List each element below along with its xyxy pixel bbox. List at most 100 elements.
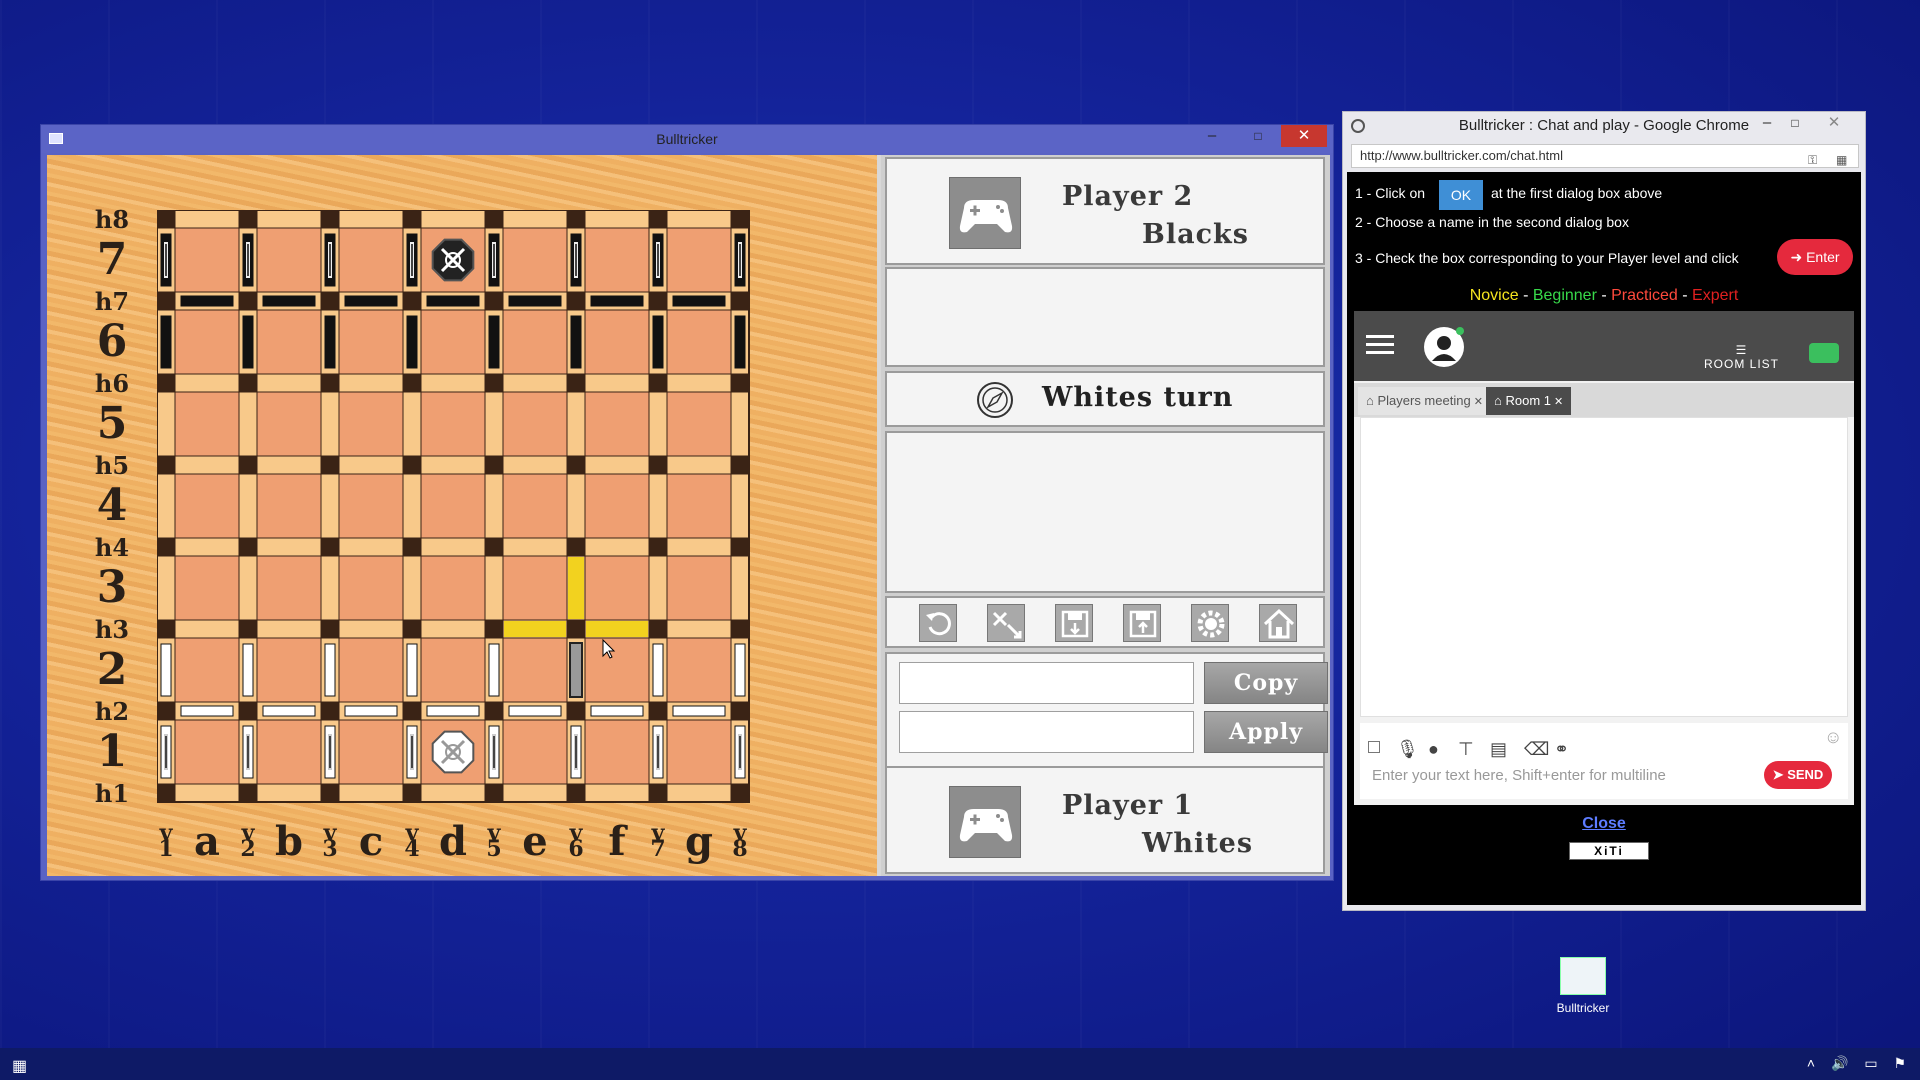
board-lane[interactable] (157, 391, 176, 457)
queen-piece[interactable] (180, 705, 234, 717)
board-lane[interactable] (566, 391, 586, 457)
load-icon[interactable] (1123, 604, 1161, 642)
board-square[interactable] (584, 637, 650, 703)
lane-junction[interactable] (402, 619, 422, 639)
lane-junction[interactable] (648, 291, 668, 311)
pawn-detail[interactable] (739, 244, 741, 276)
board-lane[interactable] (174, 210, 240, 229)
board-square[interactable] (174, 309, 240, 375)
board-lane[interactable] (238, 391, 258, 457)
board-lane[interactable] (502, 537, 568, 557)
key-icon[interactable]: ⚿ (1808, 149, 1817, 171)
pawn-piece[interactable] (652, 315, 664, 369)
board-square[interactable] (420, 473, 486, 539)
board-square[interactable] (666, 719, 732, 785)
lane-junction[interactable] (402, 783, 422, 803)
board-square[interactable] (502, 637, 568, 703)
lane-junction[interactable] (730, 537, 750, 557)
lane-junction[interactable] (730, 619, 750, 639)
queen-piece[interactable] (508, 705, 562, 717)
lane-junction[interactable] (566, 701, 586, 721)
board-lane[interactable] (502, 455, 568, 475)
maximize-button[interactable]: □ (1235, 125, 1281, 147)
lane-junction[interactable] (157, 210, 176, 229)
lane-junction[interactable] (730, 210, 750, 229)
board-square[interactable] (174, 719, 240, 785)
lane-junction[interactable] (238, 210, 258, 229)
board-lane[interactable] (730, 473, 750, 539)
lane-junction[interactable] (157, 701, 176, 721)
queen-piece[interactable] (590, 705, 644, 717)
lane-junction[interactable] (320, 455, 340, 475)
lane-junction[interactable] (238, 783, 258, 803)
pawn-detail[interactable] (575, 244, 577, 276)
board-lane[interactable] (174, 537, 240, 557)
close-link[interactable]: Close (1347, 815, 1861, 833)
lane-junction[interactable] (484, 619, 504, 639)
pawn-piece[interactable] (488, 315, 500, 369)
board-lane[interactable] (238, 473, 258, 539)
board-lane[interactable] (320, 391, 340, 457)
board-lane[interactable] (420, 210, 486, 229)
board-square[interactable] (338, 309, 404, 375)
board-square[interactable] (420, 555, 486, 621)
pawn-detail[interactable] (165, 736, 167, 768)
level-novice[interactable]: Novice (1470, 287, 1519, 304)
board-lane[interactable] (584, 210, 650, 229)
lane-junction[interactable] (157, 291, 176, 311)
board-lane[interactable] (420, 373, 486, 393)
board-square[interactable] (666, 391, 732, 457)
board-square[interactable] (584, 309, 650, 375)
settings-icon[interactable] (1191, 604, 1229, 642)
board-lane[interactable] (174, 373, 240, 393)
board-lane[interactable] (338, 455, 404, 475)
lane-junction[interactable] (238, 619, 258, 639)
desktop-shortcut[interactable]: Bulltricker (1540, 957, 1626, 1015)
board-lane[interactable] (256, 537, 322, 557)
chat-tab[interactable]: ⌂ Players meeting ✕ (1358, 387, 1491, 415)
board-lane[interactable] (420, 783, 486, 803)
volume-icon[interactable]: 🔊 (1831, 1055, 1848, 1071)
board-lane[interactable] (256, 783, 322, 803)
pawn-piece[interactable] (734, 315, 746, 369)
lane-junction[interactable] (157, 783, 176, 803)
board-lane[interactable] (402, 473, 422, 539)
pawn-detail[interactable] (411, 736, 413, 768)
board-square[interactable] (502, 473, 568, 539)
lane-junction[interactable] (648, 455, 668, 475)
lane-junction[interactable] (648, 701, 668, 721)
lane-junction[interactable] (402, 210, 422, 229)
board-lane[interactable] (338, 537, 404, 557)
board-square[interactable] (420, 637, 486, 703)
lane-junction[interactable] (484, 455, 504, 475)
chrome-close-button[interactable]: ✕ (1811, 112, 1857, 134)
network-icon[interactable]: ▭ (1864, 1055, 1877, 1071)
pawn-piece[interactable] (488, 643, 500, 697)
pawn-piece-selected[interactable] (569, 642, 583, 698)
undo-icon[interactable] (919, 604, 957, 642)
board-square[interactable] (584, 473, 650, 539)
board-lane[interactable] (256, 455, 322, 475)
lane-junction[interactable] (238, 373, 258, 393)
board-lane[interactable] (338, 210, 404, 229)
lane-junction[interactable] (648, 373, 668, 393)
board-square[interactable] (338, 227, 404, 293)
chrome-titlebar[interactable]: Bulltricker : Chat and play - Google Chr… (1343, 112, 1865, 140)
queen-piece[interactable] (508, 295, 562, 307)
lane-junction[interactable] (566, 783, 586, 803)
board-lane[interactable] (502, 373, 568, 393)
board-lane[interactable] (338, 619, 404, 639)
pawn-detail[interactable] (329, 736, 331, 768)
board-square[interactable] (174, 637, 240, 703)
board-lane[interactable] (666, 537, 732, 557)
board-lane[interactable] (238, 555, 258, 621)
lane-junction[interactable] (730, 373, 750, 393)
board-lane[interactable] (730, 555, 750, 621)
board-lane[interactable] (320, 555, 340, 621)
board-lane[interactable] (502, 783, 568, 803)
board-square[interactable] (256, 637, 322, 703)
eraser-icon[interactable]: ⌫ (1524, 739, 1549, 760)
lane-junction[interactable] (566, 537, 586, 557)
lane-junction[interactable] (320, 537, 340, 557)
queen-piece[interactable] (344, 295, 398, 307)
